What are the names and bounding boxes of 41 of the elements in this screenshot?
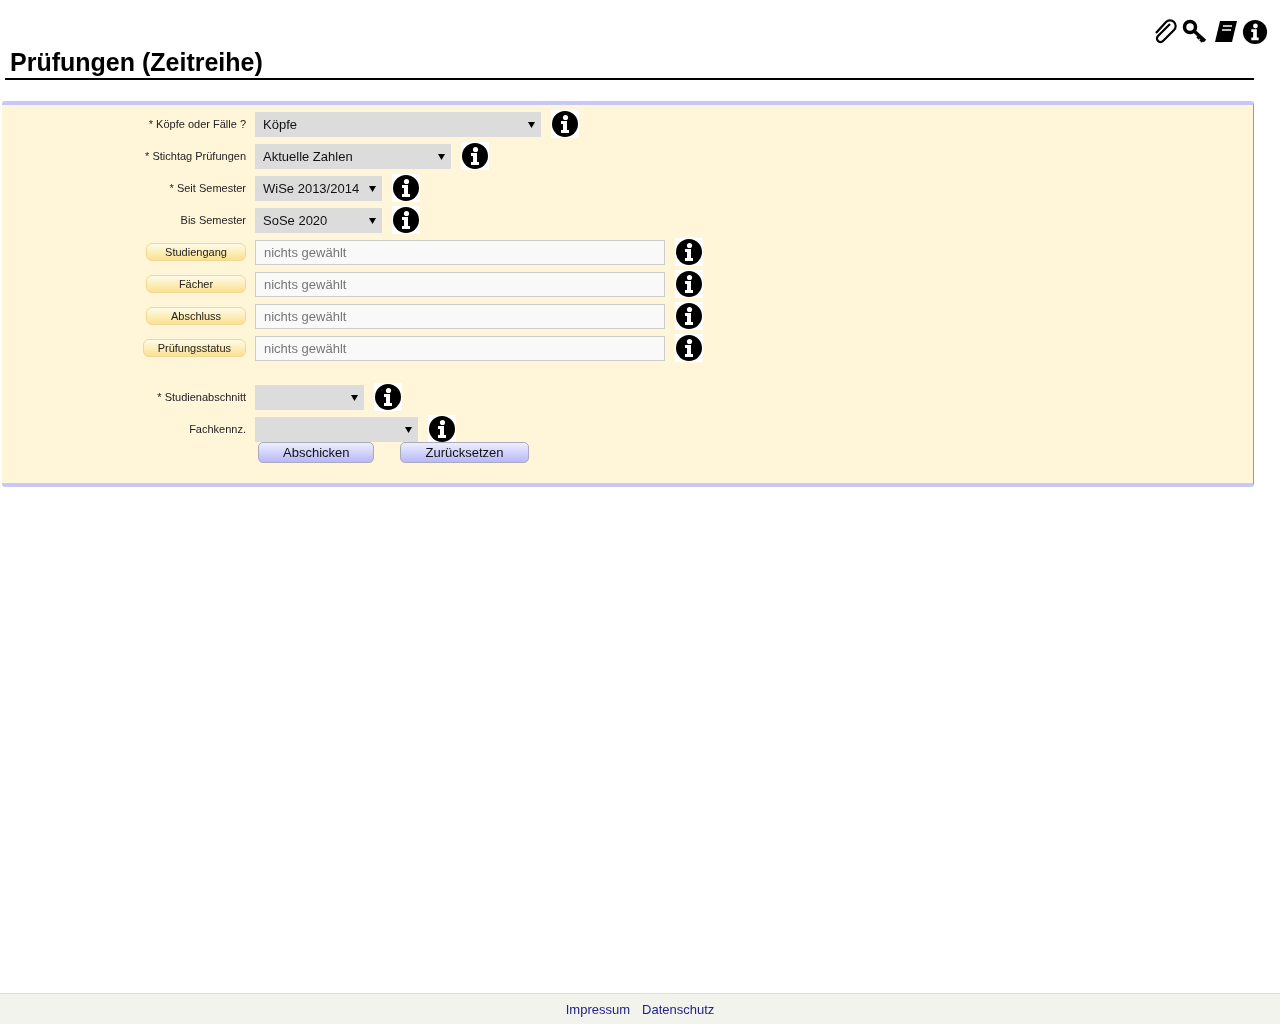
caret-icon [438,152,445,160]
field-label: Bis Semester [180,214,246,226]
caret-icon [405,425,412,433]
input-field[interactable]: nichts gewählt [255,335,665,361]
info-icon[interactable] [675,270,703,298]
footer-link[interactable]: Datenschutz [642,1001,715,1017]
field-label: * Studienabschnitt [157,391,246,403]
info-icon[interactable] [374,383,402,411]
submit-button[interactable]: Abschicken [258,442,375,463]
paperclip-icon[interactable] [1152,18,1178,46]
caret-icon [369,216,376,224]
info-icon[interactable] [675,238,703,266]
input-field[interactable]: nichts gewählt [255,239,665,265]
footer-link[interactable]: Impressum [565,1001,630,1017]
dropdown[interactable]: Aktuelle Zahlen [255,143,451,169]
dropdown[interactable]: WiSe 2013/2014 [255,175,382,201]
info-icon[interactable] [551,110,579,138]
caret-icon [369,184,376,192]
caret-icon [351,393,358,401]
field-label: Fachkennz. [189,423,246,435]
input-field[interactable]: nichts gewählt [255,303,665,329]
info-icon[interactable] [1242,18,1268,46]
select-button[interactable]: Abschluss [146,307,246,325]
select-button[interactable]: Prüfungsstatus [142,339,246,357]
info-icon[interactable] [675,334,703,362]
info-icon[interactable] [392,206,420,234]
dropdown[interactable]: Köpfe [255,111,541,137]
info-icon[interactable] [461,142,489,170]
field-label: * Seit Semester [169,182,246,194]
info-icon[interactable] [428,415,456,443]
info-icon[interactable] [675,302,703,330]
select-button[interactable]: Studiengang [146,243,246,261]
select-button[interactable]: Fächer [146,275,246,293]
field-label: * Köpfe oder Fälle ? [148,118,246,130]
field-label: * Stichtag Prüfungen [145,150,246,162]
info-icon[interactable] [392,174,420,202]
reset-button[interactable]: Zurücksetzen [400,442,529,463]
input-field[interactable]: nichts gewählt [255,271,665,297]
page-title: Prüfungen (Zeitreihe) [9,48,263,78]
caret-icon [528,120,535,128]
dropdown[interactable]: SoSe 2020 [255,207,382,233]
